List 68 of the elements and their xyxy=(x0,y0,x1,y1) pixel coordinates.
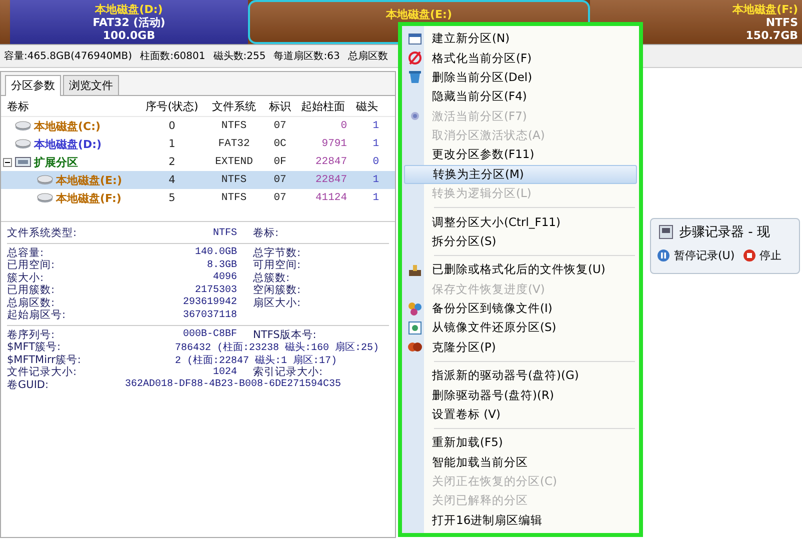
table-cell-text: 2 xyxy=(168,156,176,168)
field-value: 786432 (柱面:23238 磁头:160 扇区:25) xyxy=(174,340,380,354)
field-label: 起始扇区号: xyxy=(7,308,67,322)
table-cell-text: 22847 xyxy=(314,156,348,168)
table-cell-text: EXTEND xyxy=(214,156,254,168)
table-cell-text: 1 xyxy=(168,138,176,150)
table-cell-text: 07 xyxy=(272,192,288,204)
table-cell-text: 41124 xyxy=(314,192,348,204)
field-value: 367037118 xyxy=(182,310,237,321)
field-label: 已用簇数: xyxy=(7,283,56,297)
table-cell-text: 1 xyxy=(372,192,380,204)
field-label: 卷标: xyxy=(252,226,279,240)
window-title: 步骤记录器 - 现 xyxy=(679,224,770,241)
table-cell-text: FAT32 xyxy=(217,138,251,150)
partition-name: 本地磁盘(D:) xyxy=(34,136,102,152)
field-label: 总容量: xyxy=(7,246,45,259)
field-label: 可用空间: xyxy=(252,258,301,272)
field-label: 卷序列号: xyxy=(7,328,56,342)
field-label: 已用空间: xyxy=(7,258,56,272)
field-value: 000B-C8BF xyxy=(182,329,237,340)
table-cell-text: 1 xyxy=(372,174,380,186)
table-cell-text: 1 xyxy=(372,138,380,150)
table-cell-text: 0 xyxy=(340,120,348,132)
disk-info-text: 柱面数:60801 xyxy=(140,50,206,63)
field-value: 140.0GB xyxy=(194,247,237,258)
disk-info-text: 容量:465.8GB(476940MB) xyxy=(4,50,132,63)
table-cell-text: 4 xyxy=(168,174,176,186)
field-value: NTFS xyxy=(212,228,237,239)
field-label: 总扇区数: xyxy=(7,296,56,309)
field-value: 362AD018-DF88-4B23-B008-6DE271594C35 xyxy=(124,379,342,390)
table-cell-text: 0 xyxy=(168,120,176,132)
field-value: 8.3GB xyxy=(206,260,237,271)
table-cell-text: 07 xyxy=(272,174,288,186)
field-label: 文件记录大小: xyxy=(7,365,78,380)
field-label: $MFTMirr簇号: xyxy=(7,352,82,366)
table-cell-text: 1 xyxy=(372,120,380,132)
table-cell-text: NTFS xyxy=(220,120,248,132)
table-cell-text: 0F xyxy=(272,156,288,168)
table-cell-text: 0 xyxy=(372,156,380,168)
field-value: 293619942 xyxy=(182,297,237,308)
disk-info-text: 总扇区数 xyxy=(348,50,388,63)
field-label: 簇大小: xyxy=(7,270,45,284)
table-cell-text: 9791 xyxy=(320,138,348,150)
field-value: 4096 xyxy=(212,272,237,284)
field-label: 总簇数: xyxy=(252,270,290,284)
partition-name: 本地磁盘(C:) xyxy=(34,118,101,134)
table-cell-text: NTFS xyxy=(220,174,248,186)
partition-name: 扩展分区 xyxy=(34,154,78,170)
table-cell-text: NTFS xyxy=(220,192,248,204)
partition-name: 本地磁盘(F:) xyxy=(56,190,122,206)
disk-info-text: 磁头数:255 xyxy=(213,50,266,63)
disk-info-text: 每道扇区数:63 xyxy=(274,50,340,63)
field-label: 扇区大小: xyxy=(252,296,301,310)
field-label: 文件系统类型: xyxy=(7,226,78,240)
table-cell-text: 22847 xyxy=(314,174,348,186)
field-label: $MFT簇号: xyxy=(7,340,62,354)
table-cell-text: 0C xyxy=(272,138,288,150)
field-label: 总字节数: xyxy=(252,246,301,259)
table-cell-text: 5 xyxy=(168,192,176,204)
field-label: 空闲簇数: xyxy=(252,283,301,297)
field-value: 2175303 xyxy=(194,284,237,296)
field-value: 1024 xyxy=(212,366,237,378)
partition-name: 本地磁盘(E:) xyxy=(56,172,122,188)
field-label: 索引记录大小: xyxy=(252,366,323,379)
field-label: NTFS版本号: xyxy=(252,328,316,342)
field-label: 卷GUID: xyxy=(7,378,50,392)
field-value: 2 (柱面:22847 磁头:1 扇区:17) xyxy=(174,354,338,367)
table-cell-text: 07 xyxy=(272,120,288,132)
